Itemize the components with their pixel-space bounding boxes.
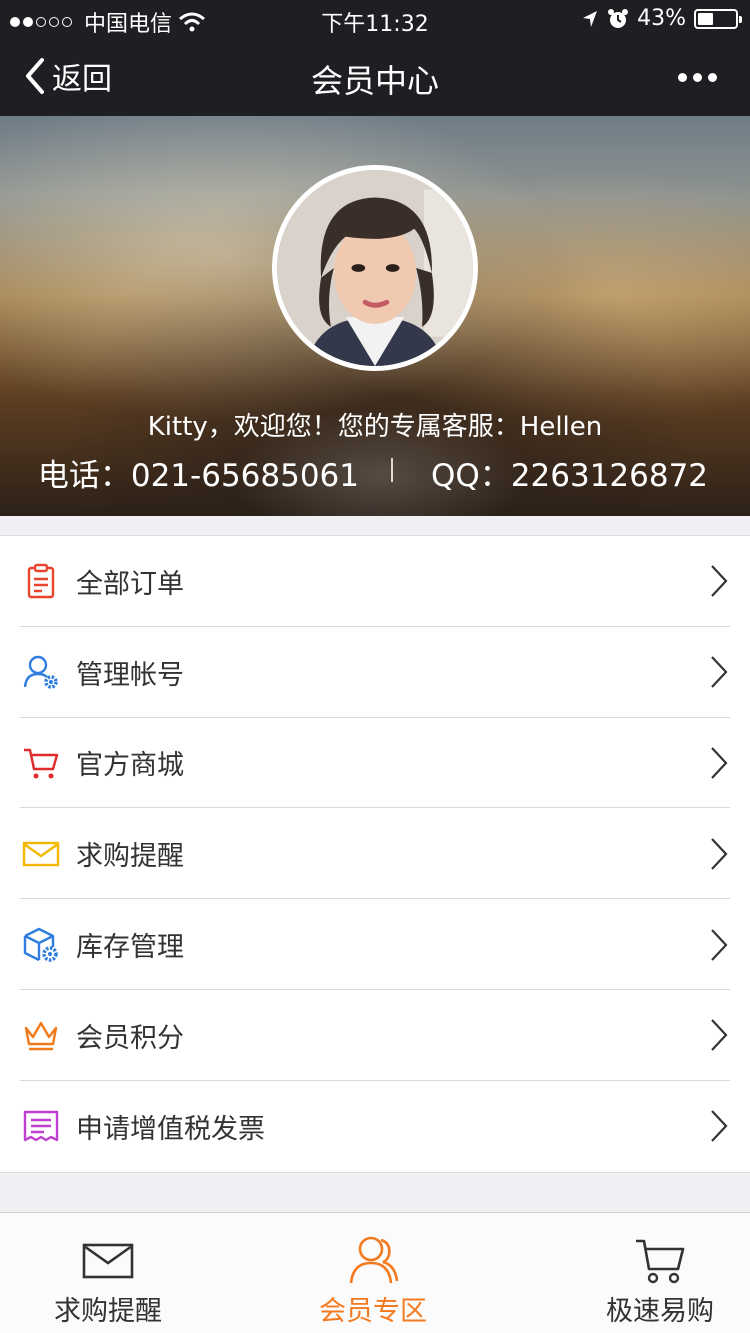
service-phone[interactable]: 电话：021-65685061	[38, 450, 359, 495]
chevron-right-icon	[710, 928, 728, 962]
menu-item-label: 官方商城	[76, 750, 184, 782]
member-menu: 全部订单 管理帐号 官方商城 求购提醒 库存管理 会员积分 申请增值税发票	[0, 535, 750, 1173]
tab-label: 会员专区	[319, 1296, 427, 1327]
envelope-icon	[80, 1235, 136, 1285]
chevron-right-icon	[710, 564, 728, 598]
service-qq[interactable]: QQ：2263126872	[431, 450, 708, 495]
users-icon	[345, 1235, 401, 1285]
user-gear-icon	[22, 653, 60, 691]
chevron-right-icon	[710, 837, 728, 871]
tab-label: 求购提醒	[54, 1296, 162, 1327]
box-gear-icon	[22, 926, 60, 964]
menu-item-member-points[interactable]: 会员积分	[0, 990, 750, 1081]
chevron-right-icon	[710, 655, 728, 689]
tab-bar: 求购提醒 会员专区 极速易购	[0, 1212, 750, 1333]
menu-item-label: 申请增值税发票	[76, 1113, 265, 1145]
invoice-icon	[22, 1107, 60, 1145]
location-arrow-icon	[583, 10, 598, 27]
menu-item-label: 求购提醒	[76, 841, 184, 873]
crown-icon	[22, 1016, 60, 1054]
menu-item-label: 管理帐号	[76, 659, 184, 691]
menu-item-label: 库存管理	[76, 932, 184, 964]
phone-screen: 中国电信 下午11:32 43% 返回 会员中心 Kitty，欢迎您！您的专属客…	[0, 0, 750, 1333]
clipboard-icon	[22, 562, 60, 600]
more-dots-icon[interactable]	[678, 62, 720, 92]
menu-item-vat-invoice[interactable]: 申请增值税发票	[0, 1081, 750, 1172]
cart-icon	[22, 744, 60, 782]
cart-icon	[632, 1235, 688, 1285]
battery-icon	[694, 8, 742, 29]
tab-label: 极速易购	[606, 1296, 714, 1327]
avatar[interactable]	[272, 165, 478, 371]
tab-quick-purchase[interactable]: 极速易购	[535, 1213, 750, 1333]
menu-item-all-orders[interactable]: 全部订单	[0, 536, 750, 627]
tab-member-zone[interactable]: 会员专区	[248, 1213, 498, 1333]
welcome-message: Kitty，欢迎您！您的专属客服：Hellen	[147, 412, 603, 442]
tab-purchase-reminder[interactable]: 求购提醒	[0, 1213, 233, 1333]
status-right: 43%	[581, 6, 742, 31]
chevron-right-icon	[710, 1018, 728, 1052]
battery-percent: 43%	[637, 6, 686, 31]
avatar-photo	[277, 170, 473, 366]
contact-divider	[391, 458, 393, 482]
chevron-right-icon	[710, 746, 728, 780]
envelope-icon	[22, 835, 60, 873]
navigation-bar: 返回 会员中心	[0, 38, 750, 116]
menu-item-label: 会员积分	[76, 1022, 184, 1054]
profile-header: Kitty，欢迎您！您的专属客服：Hellen 电话：021-65685061 …	[0, 116, 750, 516]
menu-item-manage-account[interactable]: 管理帐号	[0, 627, 750, 718]
menu-item-inventory[interactable]: 库存管理	[0, 899, 750, 990]
status-bar: 中国电信 下午11:32 43%	[0, 0, 750, 38]
menu-item-official-store[interactable]: 官方商城	[0, 718, 750, 809]
chevron-right-icon	[710, 1109, 728, 1143]
menu-item-label: 全部订单	[76, 568, 184, 600]
page-title: 会员中心	[310, 62, 439, 100]
menu-item-purchase-reminder[interactable]: 求购提醒	[0, 808, 750, 899]
alarm-icon	[608, 8, 629, 28]
